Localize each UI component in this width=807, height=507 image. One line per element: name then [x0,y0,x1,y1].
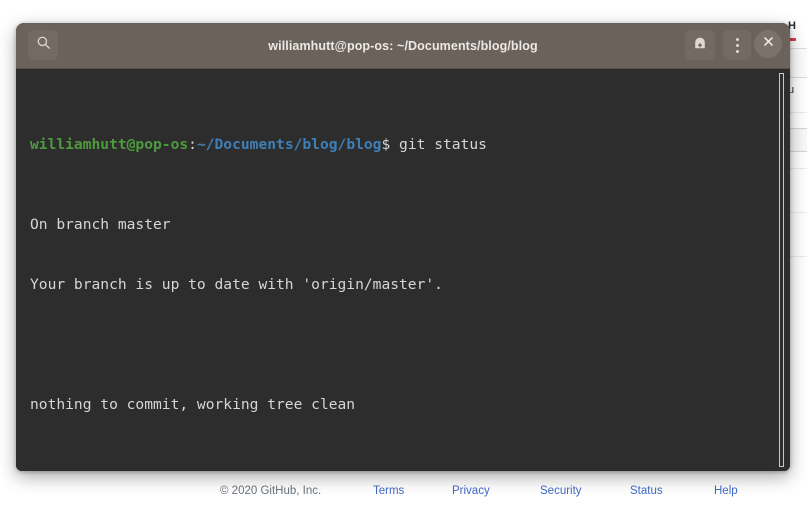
footer-link-terms[interactable]: Terms [373,485,404,497]
bg-button[interactable] [788,128,807,152]
search-button[interactable] [28,30,58,60]
prompt-path: ~/Documents/blog/blog [196,136,382,153]
footer-link-security[interactable]: Security [540,485,582,497]
command-text: git status [390,136,487,153]
footer-row: © 2020 GitHub, Inc. Terms Privacy Securi… [0,474,807,507]
terminal-line-command: williamhutt@pop-os:~/Documents/blog/blog… [30,135,790,155]
overflow-menu-button[interactable] [723,30,751,60]
terminal-content-area[interactable]: williamhutt@pop-os:~/Documents/blog/blog… [16,69,790,471]
window-title: williamhutt@pop-os: ~/Documents/blog/blo… [268,38,538,53]
new-terminal-button[interactable] [685,30,715,60]
footer-link-privacy[interactable]: Privacy [452,485,490,497]
close-icon [762,35,775,53]
close-window-button[interactable] [754,30,782,58]
bg-accent-bar [789,38,796,41]
terminal-output: williamhutt@pop-os:~/Documents/blog/blog… [16,75,790,471]
scrollbar-thumb[interactable] [779,73,784,467]
terminal-line-output: On branch master [30,216,171,233]
footer-copyright: © 2020 GitHub, Inc. [220,485,322,497]
footer-link-help[interactable]: Help [714,485,738,497]
terminal-line-output: Your branch is up to date with 'origin/m… [30,276,443,293]
new-terminal-icon [692,35,708,56]
terminal-scrollbar[interactable] [777,73,786,467]
bg-input-field[interactable] [788,48,807,78]
page-footer: © 2020 GitHub, Inc. Terms Privacy Securi… [0,474,807,507]
terminal-window[interactable]: williamhutt@pop-os: ~/Documents/blog/blo… [16,23,790,471]
overflow-menu-icon [735,37,739,53]
terminal-titlebar[interactable]: williamhutt@pop-os: ~/Documents/blog/blo… [16,23,790,69]
prompt-user: williamhutt@pop-os [30,136,189,153]
terminal-line-output: nothing to commit, working tree clean [30,396,356,413]
prompt-sigil: $ [381,136,391,153]
footer-link-status[interactable]: Status [630,485,663,497]
prompt-separator: : [188,136,197,153]
search-icon [36,35,51,55]
